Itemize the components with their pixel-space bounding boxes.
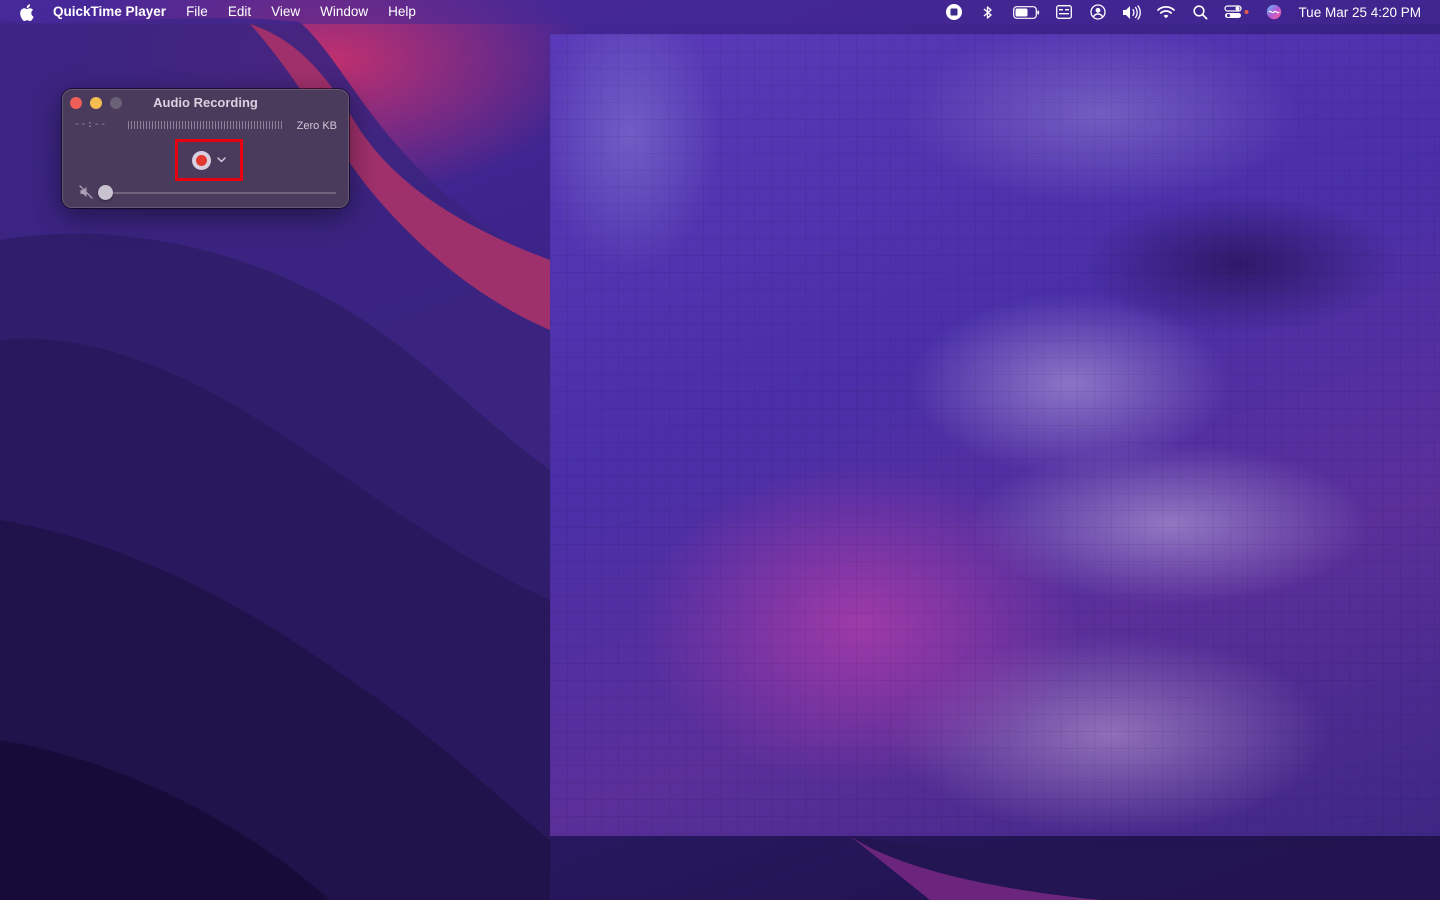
volume-slider-knob[interactable]	[98, 185, 113, 200]
record-button[interactable]	[192, 150, 211, 170]
menu-window[interactable]: Window	[310, 0, 378, 24]
audio-recording-window[interactable]: Audio Recording --:-- Zero KB	[62, 89, 349, 208]
audio-level-meter	[128, 121, 284, 129]
menu-help[interactable]: Help	[378, 0, 426, 24]
screen-recording-stop-icon[interactable]	[944, 2, 964, 22]
elapsed-time: --:--	[74, 119, 107, 130]
siri-icon[interactable]	[1264, 2, 1284, 22]
apple-logo-icon[interactable]	[18, 3, 34, 21]
battery-icon[interactable]	[1012, 2, 1040, 22]
record-icon	[196, 154, 207, 166]
spotlight-search-icon[interactable]	[1190, 2, 1210, 22]
menu-bar: QuickTime Player File Edit View Window H…	[0, 0, 1440, 24]
pixelated-window-region	[550, 34, 1440, 836]
menu-view[interactable]: View	[261, 0, 310, 24]
wifi-icon[interactable]	[1156, 2, 1176, 22]
menu-bar-left: QuickTime Player File Edit View Window H…	[0, 0, 426, 24]
menu-app-name[interactable]: QuickTime Player	[53, 0, 176, 24]
menu-bar-clock[interactable]: Tue Mar 25 4:20 PM	[1298, 5, 1421, 20]
bluetooth-icon[interactable]	[978, 2, 998, 22]
input-source-icon[interactable]	[1054, 2, 1074, 22]
volume-icon[interactable]	[1122, 2, 1142, 22]
speaker-muted-icon	[79, 185, 93, 199]
menu-edit[interactable]: Edit	[218, 0, 261, 24]
pixel-grid-overlay	[550, 34, 1440, 836]
volume-slider[interactable]	[98, 185, 336, 200]
record-control-highlight	[175, 139, 243, 181]
user-account-icon[interactable]	[1088, 2, 1108, 22]
chevron-down-icon[interactable]	[216, 155, 226, 165]
file-size: Zero KB	[296, 120, 337, 132]
window-title: Audio Recording	[153, 95, 258, 110]
menu-bar-status-area: Tue Mar 25 4:20 PM	[930, 0, 1421, 24]
menu-file[interactable]: File	[176, 0, 218, 24]
control-center-icon[interactable]	[1224, 2, 1250, 22]
